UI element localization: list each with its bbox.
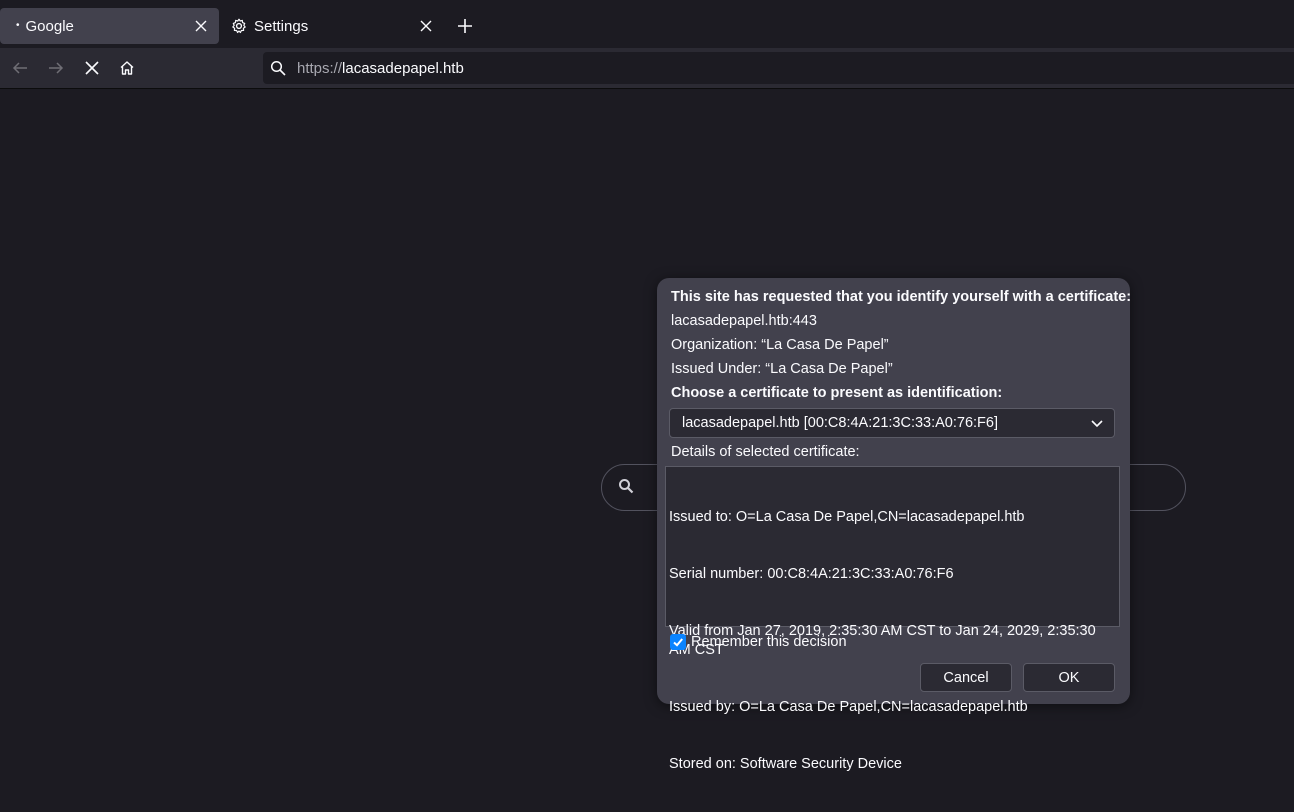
tab-google[interactable]: • Google [0,8,219,44]
search-icon [270,58,290,78]
details-label: Details of selected certificate: [671,444,860,460]
detail-line: Serial number: 00:C8:4A:21:3C:33:A0:76:F… [669,566,954,582]
url-scheme: https:// [297,59,343,77]
detail-line: Issued by: O=La Casa De Papel,CN=lacasad… [669,699,1028,715]
choose-certificate-label: Choose a certificate to present as ident… [671,385,1003,401]
new-tab-plus-icon[interactable] [455,16,475,36]
tab-settings[interactable]: Settings [222,8,444,44]
remember-label: Remember this decision [691,634,847,650]
cancel-button[interactable]: Cancel [920,663,1012,692]
url-bar[interactable]: https://lacasadepapel.htb [263,52,1294,84]
remember-decision[interactable]: Remember this decision [670,634,847,650]
tab-loading-dot-icon: • [16,19,20,31]
client-certificate-dialog: This site has requested that you identif… [657,278,1132,772]
close-icon[interactable] [416,16,436,36]
home-icon[interactable] [117,58,137,78]
tab-label: Google [25,17,74,35]
ok-button[interactable]: OK [1023,663,1115,692]
remember-checkbox[interactable] [670,634,686,650]
chevron-down-icon [1090,416,1104,430]
close-icon[interactable] [191,16,211,36]
selected-certificate: lacasadepapel.htb [00:C8:4A:21:3C:33:A0:… [682,415,998,431]
tab-label: Settings [254,17,309,35]
certificate-details-textarea[interactable]: Issued to: O=La Casa De Papel,CN=lacasad… [665,466,1120,772]
forward-arrow-icon[interactable] [46,58,66,78]
back-arrow-icon[interactable] [10,58,30,78]
organization: Organization: “La Casa De Papel” [671,337,889,353]
certificate-select[interactable]: lacasadepapel.htb [00:C8:4A:21:3C:33:A0:… [669,408,1115,438]
stop-loading-icon[interactable] [82,58,102,78]
gear-icon [231,17,249,35]
url-host: lacasadepapel.htb [342,59,464,77]
detail-line: Issued to: O=La Casa De Papel,CN=lacasad… [669,509,1025,525]
search-icon [618,478,638,498]
host-port: lacasadepapel.htb:443 [671,313,817,329]
issued-under: Issued Under: “La Casa De Papel” [671,361,893,377]
tab-bar: • Google Settings [0,0,1294,48]
dialog-heading: This site has requested that you identif… [671,289,1132,305]
navigation-toolbar: https://lacasadepapel.htb [0,48,1294,89]
